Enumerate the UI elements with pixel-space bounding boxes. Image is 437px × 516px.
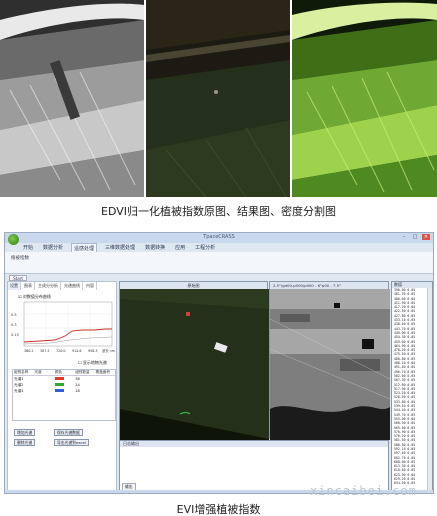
row-name: 光谱2	[14, 382, 24, 387]
row-count: 24	[75, 383, 80, 387]
top-figure-caption: EDVI归一化植被指数原图、结果图、密度分割图	[101, 205, 336, 218]
x-tick-0: 360.2	[24, 349, 33, 353]
row-name: 光谱3	[14, 388, 24, 393]
menu-application[interactable]: 应用	[173, 243, 187, 252]
menu-engineering-analysis[interactable]: 工程分析	[193, 243, 217, 252]
row-count: 18	[75, 389, 80, 393]
export-excel-button[interactable]: 导出光谱到excel	[54, 439, 89, 446]
value-list-panel[interactable]: 数值 396.00 0.05 401.30 0.05 406.60 0.05 411.…	[391, 281, 433, 493]
spectral-curve-chart: 0.5 0.3 0.15 360.2 387.5 720.0 914.6 958…	[11, 301, 115, 353]
log-output-title: 日志输出	[120, 441, 388, 447]
row-count: 36	[75, 377, 80, 381]
x-tick-2: 720.0	[56, 349, 65, 353]
close-icon[interactable]: ×	[422, 234, 430, 240]
ribbon-vegetation-index[interactable]: 植被指数	[11, 255, 29, 261]
result-image-canvas[interactable]	[270, 289, 390, 440]
tab-pca[interactable]: 主成分分析	[36, 282, 61, 290]
col-color: 颜色	[54, 370, 62, 374]
color-swatch	[54, 388, 64, 393]
save-spectrum-data-button[interactable]: 保存光谱数据	[54, 429, 83, 436]
spectral-panel: 设置 图表 主成分分析 光谱曲线 内容 ☑ 对数值分布曲线 0.5 0.3 0.…	[7, 281, 117, 493]
menu-remote-sensing[interactable]: 遥感处理	[71, 243, 98, 252]
title-bar: TpaceCRASS – □ ×	[5, 233, 433, 245]
delete-spectrum-button[interactable]: 删除光谱	[14, 439, 36, 446]
menu-start[interactable]: 开始	[21, 243, 35, 252]
color-swatch	[54, 376, 64, 381]
ribbon-toolbar: 植被指数	[5, 252, 433, 274]
x-tick-3: 914.6	[72, 349, 81, 353]
col-area: 覆盖面积	[95, 370, 110, 374]
tab-chart[interactable]: 图表	[22, 282, 35, 290]
x-tick-1: 387.5	[40, 349, 49, 353]
grayscale-ndvi-image	[0, 0, 144, 197]
value-list: 396.00 0.05 401.30 0.05 406.60 0.05 411.90 …	[392, 288, 432, 486]
show-spectrum-checkbox[interactable]: ☐ 显示地物光谱	[78, 360, 107, 366]
row-name: 光谱1	[14, 376, 24, 381]
value-list-scrollbar[interactable]	[427, 288, 432, 492]
col-count: 组别数量	[75, 370, 90, 374]
spectral-group-table: 组别名称 光谱 颜色 组别数量 覆盖面积 光谱1 36 光谱2 24 光谱3 1…	[12, 369, 116, 421]
y-tick-2: 0.15	[11, 333, 19, 337]
menu-data-analysis[interactable]: 数据分析	[41, 243, 65, 252]
watermark-text: xincaibei.com	[310, 484, 417, 498]
minimize-icon[interactable]: –	[400, 234, 408, 240]
add-spectrum-button[interactable]: 增加光谱	[14, 429, 36, 436]
result-image-viewer[interactable]: 2.5°/gd00-p000/p000 - 6°p00 - 7.5°	[269, 281, 390, 440]
x-unit-label: 波长 nm	[102, 348, 115, 353]
window-title: TpaceCRASS	[203, 234, 235, 240]
color-swatch	[54, 382, 64, 387]
density-segmentation-image	[292, 0, 437, 197]
app-window: TpaceCRASS – □ × 开始 数据分析 遥感处理 三维数据处理 数据转…	[4, 232, 434, 494]
original-viewer-title: 原始图	[120, 282, 267, 289]
tab-spectral-curve[interactable]: 光谱曲线	[62, 282, 83, 290]
tab-content[interactable]: 内容	[84, 282, 97, 290]
y-tick-0: 0.5	[11, 313, 17, 317]
menu-3d-processing[interactable]: 三维数据处理	[103, 243, 137, 252]
y-tick-1: 0.3	[11, 323, 17, 327]
maximize-icon[interactable]: □	[411, 234, 419, 240]
table-row[interactable]: 光谱3 18	[13, 388, 115, 394]
result-image	[146, 0, 290, 197]
col-spectrum: 光谱	[34, 370, 42, 374]
result-viewer-title: 2.5°/gd00-p000/p000 - 6°p00 - 7.5°	[270, 282, 388, 289]
menu-bar: 开始 数据分析 遥感处理 三维数据处理 数据转换 应用 工程分析	[21, 243, 217, 252]
tab-settings[interactable]: 设置	[8, 282, 21, 290]
x-tick-4: 958.3	[88, 349, 97, 353]
bottom-figure-caption: EVI增强植被指数	[176, 503, 261, 516]
menu-data-conversion[interactable]: 数据转换	[143, 243, 167, 252]
col-group-name: 组别名称	[14, 370, 29, 374]
